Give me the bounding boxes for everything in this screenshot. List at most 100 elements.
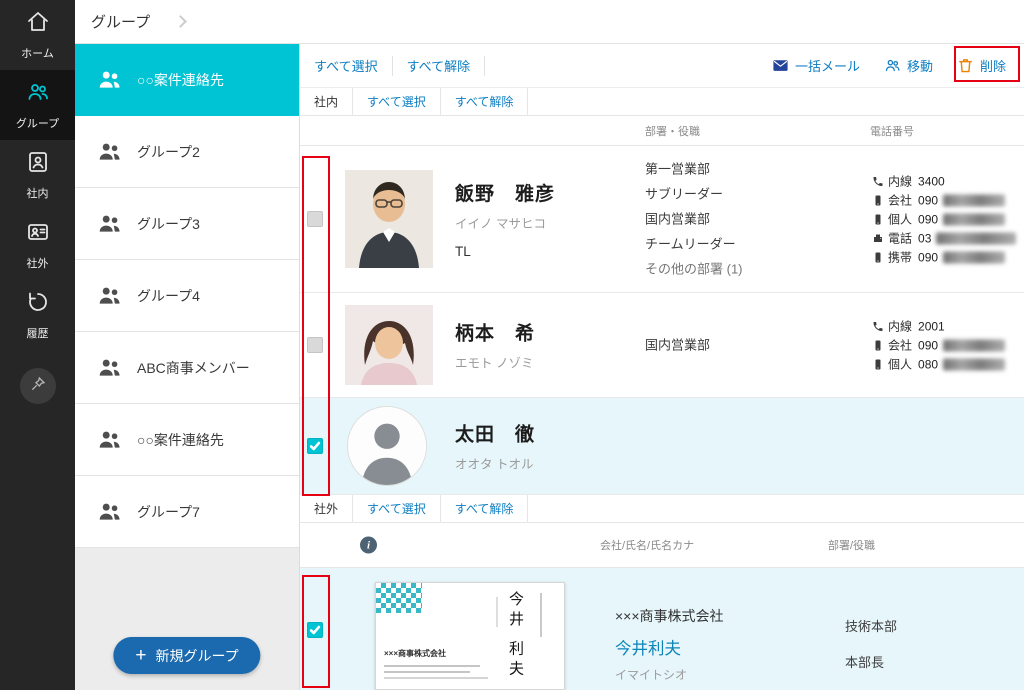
pin-icon: [30, 376, 46, 397]
department-line: サブリーダー: [645, 182, 743, 207]
external-name-link[interactable]: 今井利夫: [615, 635, 724, 659]
row-checkbox[interactable]: [307, 337, 323, 353]
group-item[interactable]: ○○案件連絡先: [75, 404, 299, 476]
row-checkbox-checked[interactable]: [307, 438, 323, 454]
info-icon[interactable]: i: [360, 537, 377, 554]
phone-value: 090: [918, 338, 938, 352]
group-item-label: ○○案件連絡先: [137, 70, 224, 90]
sidebar-item-home[interactable]: ホーム: [0, 0, 75, 70]
phone-value: 2001: [918, 319, 945, 333]
column-phone: 電話番号: [870, 123, 914, 139]
contact-phones: 内線 3400 会社 090 個人 090: [872, 172, 1016, 267]
new-group-button[interactable]: + 新規グループ: [113, 637, 260, 674]
select-all-link[interactable]: すべて選択: [314, 56, 378, 75]
masked-number: [943, 194, 1005, 206]
internal-deselect-all-link[interactable]: すべて解除: [455, 93, 514, 110]
column-department: 部署/役職: [828, 537, 875, 553]
phone-label: 電話: [888, 230, 912, 247]
contact-row-selected[interactable]: 太田 徹 オオタ トオル: [300, 398, 1024, 495]
phone-line: 会社 090: [872, 336, 1005, 355]
contact-photo: [345, 170, 433, 268]
external-contacts-icon: [26, 220, 50, 249]
app-window: ホーム グループ 社内 社外 履歴 グループ: [0, 0, 1024, 690]
contact-name-cell: 太田 徹 オオタ トオル: [455, 420, 535, 473]
deselect-all-link[interactable]: すべて解除: [407, 56, 471, 75]
bulk-mail-label: 一括メール: [795, 56, 860, 75]
internal-section-header: 社内 すべて選択 すべて解除: [300, 88, 1024, 116]
phone-label: 内線: [888, 318, 912, 335]
group-item[interactable]: グループ2: [75, 116, 299, 188]
delete-button[interactable]: 削除: [957, 56, 1006, 75]
card-decoration: [384, 671, 470, 673]
contact-name: 太田 徹: [455, 420, 535, 447]
group-item-selected[interactable]: ○○案件連絡先: [75, 44, 299, 116]
sidebar-item-external[interactable]: 社外: [0, 210, 75, 280]
department-line: チームリーダー: [645, 232, 743, 257]
phone-value: 3400: [918, 174, 945, 188]
external-kana: イマイトシオ: [615, 666, 724, 683]
contact-list: すべて選択 すべて解除 一括メール 移動 削除: [300, 44, 1024, 690]
contact-phones: 内線 2001 会社 090 個人 080: [872, 317, 1005, 374]
external-select-all-link[interactable]: すべて選択: [367, 500, 426, 517]
card-pattern: [376, 583, 422, 613]
sidebar-item-label: グループ: [16, 115, 59, 131]
group-item[interactable]: ABC商事メンバー: [75, 332, 299, 404]
group-item-label: ○○案件連絡先: [137, 430, 224, 450]
external-section-header: 社外 すべて選択 すべて解除: [300, 495, 1024, 523]
default-avatar: [347, 406, 427, 486]
phone-value: 090: [918, 193, 938, 207]
masked-number: [943, 358, 1005, 370]
group-list-panel: ○○案件連絡先 グループ2 グループ3 グループ4 ABC商事メンバー: [75, 44, 300, 690]
move-label: 移動: [907, 56, 933, 75]
external-company: ×××商事株式会社: [615, 606, 724, 626]
internal-select-all-link[interactable]: すべて選択: [367, 93, 426, 110]
card-decoration: [384, 677, 488, 679]
group-people-icon: [97, 499, 123, 525]
group-item[interactable]: グループ3: [75, 188, 299, 260]
chevron-right-icon: [174, 15, 187, 28]
phone-value: 080: [918, 357, 938, 371]
row-checkbox[interactable]: [307, 211, 323, 227]
main-area: グループ ○○案件連絡先 グループ2 グループ3: [75, 0, 1024, 690]
row-checkbox-checked[interactable]: [307, 622, 323, 638]
phone-label: 会社: [888, 192, 912, 209]
contact-kana: オオタ トオル: [455, 454, 535, 473]
contact-name: 柄本 希: [455, 319, 535, 346]
group-icon: [26, 80, 50, 109]
bulk-mail-button[interactable]: 一括メール: [772, 56, 860, 75]
sidebar-item-group[interactable]: グループ: [0, 70, 75, 140]
group-item[interactable]: グループ4: [75, 260, 299, 332]
external-contact-info: ×××商事株式会社 今井利夫 イマイトシオ: [615, 606, 724, 683]
phone-line: 内線 3400: [872, 172, 1016, 191]
mobile-phone-icon: [872, 194, 888, 206]
column-department: 部署・役職: [645, 123, 700, 139]
external-department: 技術本部: [845, 616, 897, 635]
external-deselect-all-link[interactable]: すべて解除: [455, 500, 514, 517]
sidebar-item-internal[interactable]: 社内: [0, 140, 75, 210]
group-item[interactable]: グループ7: [75, 476, 299, 548]
group-people-icon: [97, 139, 123, 165]
trash-icon: [957, 57, 974, 74]
sidebar-item-label: 社外: [27, 255, 49, 271]
phone-line: 個人 080: [872, 355, 1005, 374]
external-contact-row[interactable]: 今井 利夫 ×××商事株式会社 ×××商事株式会社 今井利夫 イマイトシオ: [300, 568, 1024, 690]
group-item-label: グループ4: [137, 286, 200, 306]
phone-label: 携帯: [888, 249, 912, 266]
home-icon: [26, 10, 50, 39]
mobile-phone-icon: [872, 213, 888, 225]
move-people-icon: [884, 57, 901, 74]
delete-label: 削除: [980, 56, 1006, 75]
phone-line: 携帯 090: [872, 248, 1016, 267]
fax-phone-icon: [872, 232, 888, 244]
phone-label: 個人: [888, 356, 912, 373]
breadcrumb: グループ: [91, 11, 150, 32]
sidebar-item-history[interactable]: 履歴: [0, 280, 75, 350]
envelope-icon: [772, 57, 789, 74]
contact-name-cell: 飯野 雅彦 イイノ マサヒコ TL: [455, 179, 555, 259]
contact-row[interactable]: 飯野 雅彦 イイノ マサヒコ TL 第一営業部 サブリーダー 国内営業部 チーム…: [300, 146, 1024, 293]
move-button[interactable]: 移動: [884, 56, 933, 75]
contact-row[interactable]: 柄本 希 エモト ノゾミ 国内営業部 内線 2001: [300, 293, 1024, 398]
external-section-title: 社外: [300, 495, 353, 522]
external-department-cell: 技術本部 本部長: [845, 616, 897, 671]
pin-button[interactable]: [20, 368, 56, 404]
